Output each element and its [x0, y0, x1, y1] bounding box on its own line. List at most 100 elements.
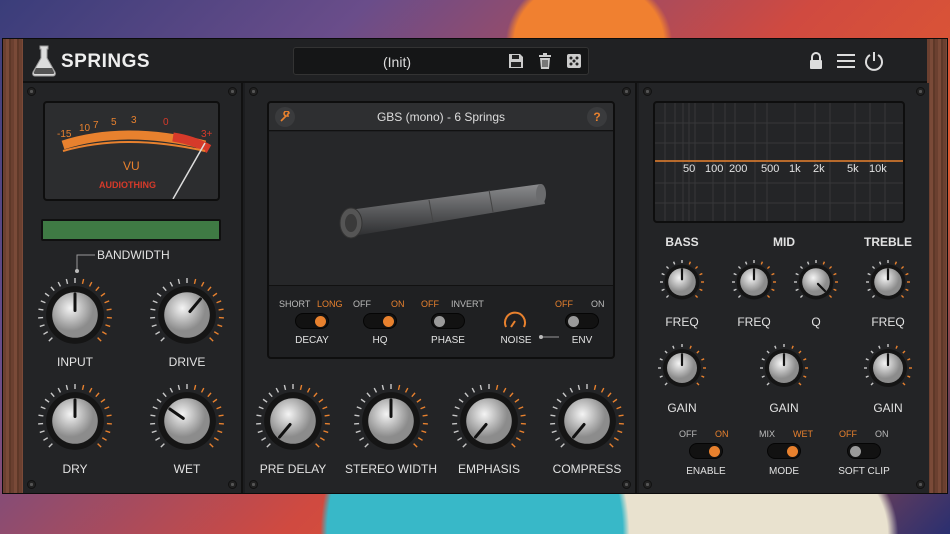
- hq-off-label: OFF: [353, 299, 371, 309]
- eq-freq-label: 50: [683, 163, 696, 175]
- eq-freq-label: 100: [705, 163, 724, 175]
- preset-name[interactable]: (Init): [294, 54, 500, 70]
- softclip-label: SOFT CLIP: [838, 466, 890, 477]
- treble-freq-label: FREQ: [871, 315, 905, 329]
- top-bar: SPRINGS (Init): [23, 39, 927, 83]
- screw: [916, 480, 925, 489]
- eq-freq-label: 2k: [813, 163, 825, 175]
- mode-on-label: WET: [793, 429, 813, 439]
- screw: [249, 480, 258, 489]
- treble-gain-knob[interactable]: [863, 343, 913, 393]
- enable-toggle[interactable]: [689, 443, 723, 459]
- dry-knob[interactable]: [37, 383, 113, 459]
- dry-label: DRY: [62, 462, 88, 476]
- mid-header: MID: [773, 235, 795, 249]
- save-icon[interactable]: [505, 50, 527, 72]
- top-right-controls: [805, 45, 915, 77]
- mid-q-knob[interactable]: [793, 259, 839, 305]
- env-off-label: OFF: [555, 299, 573, 309]
- lock-icon[interactable]: [805, 50, 827, 72]
- bass-gain-knob[interactable]: [657, 343, 707, 393]
- treble-freq-knob[interactable]: [865, 259, 911, 305]
- mid-q-label: Q: [811, 315, 821, 329]
- eq-grid: [655, 103, 903, 221]
- left-wood-panel: [3, 39, 23, 493]
- input-knob[interactable]: [37, 277, 113, 353]
- vu-meter: -15 10 7 5 3 0 3+ VU AUDIOTHING: [43, 101, 220, 201]
- noise-knob[interactable]: [501, 307, 529, 331]
- plugin-window: SPRINGS (Init) -15 10 7 5 3 0 3+ VU AUDI…: [2, 38, 948, 494]
- phase-on-label: INVERT: [451, 299, 484, 309]
- input-label: INPUT: [57, 355, 93, 369]
- pre-delay-knob[interactable]: [255, 383, 331, 459]
- left-panel: -15 10 7 5 3 0 3+ VU AUDIOTHING BANDWIDT…: [23, 83, 243, 493]
- compress-knob[interactable]: [549, 383, 625, 459]
- drive-knob[interactable]: [149, 277, 225, 353]
- drive-label: DRIVE: [168, 355, 206, 369]
- center-panel: GBS (mono) - 6 Springs ? SHORT LONG DECA…: [245, 83, 637, 493]
- screw: [228, 480, 237, 489]
- hq-label: HQ: [372, 335, 388, 346]
- treble-gain-label: GAIN: [873, 401, 903, 415]
- screw: [643, 480, 652, 489]
- screw: [916, 87, 925, 96]
- wet-knob[interactable]: [149, 383, 225, 459]
- mode-toggle[interactable]: [767, 443, 801, 459]
- decay-off-label: SHORT: [279, 299, 311, 309]
- eq-display[interactable]: 50 100 200 500 1k 2k 5k 10k: [653, 101, 905, 223]
- phase-label: PHASE: [431, 335, 465, 346]
- eq-freq-label: 500: [761, 163, 780, 175]
- enable-label: ENABLE: [686, 466, 726, 477]
- right-wood-panel: [927, 39, 947, 493]
- treble-header: TREBLE: [864, 235, 912, 249]
- emphasis-knob[interactable]: [451, 383, 527, 459]
- decay-label: DECAY: [295, 335, 329, 346]
- hq-on-label: ON: [391, 299, 405, 309]
- hq-toggle[interactable]: [363, 313, 397, 329]
- vu-scale-label: 10: [79, 123, 91, 134]
- enable-on-label: ON: [715, 429, 729, 439]
- spring-tank-image: [339, 184, 546, 239]
- env-toggle[interactable]: [565, 313, 599, 329]
- decay-toggle[interactable]: [295, 313, 329, 329]
- softclip-off-label: OFF: [839, 429, 857, 439]
- phase-toggle[interactable]: [431, 313, 465, 329]
- vu-scale-label: 0: [163, 117, 169, 128]
- compress-label: COMPRESS: [552, 462, 622, 476]
- decay-on-label: LONG: [317, 299, 343, 309]
- bass-gain-label: GAIN: [667, 401, 697, 415]
- vu-scale-label: 3+: [201, 129, 213, 140]
- pre-delay-label: PRE DELAY: [259, 462, 327, 476]
- flask-icon: [32, 45, 56, 77]
- env-on-label: ON: [591, 299, 605, 309]
- tank-title[interactable]: GBS (mono) - 6 Springs: [269, 110, 613, 124]
- mode-off-label: MIX: [759, 429, 776, 439]
- env-label: ENV: [571, 335, 593, 346]
- emphasis-label: EMPHASIS: [457, 462, 520, 476]
- softclip-toggle[interactable]: [847, 443, 881, 459]
- phase-off-label: OFF: [421, 299, 439, 309]
- vu-scale-label: 5: [111, 117, 117, 128]
- vu-maker: AUDIOTHING: [99, 180, 156, 190]
- mid-gain-label: GAIN: [769, 401, 799, 415]
- stereo-width-knob[interactable]: [353, 383, 429, 459]
- eq-freq-label: 200: [729, 163, 748, 175]
- help-icon[interactable]: ?: [587, 107, 607, 127]
- screw: [27, 87, 36, 96]
- eq-freq-label: 10k: [869, 163, 887, 175]
- softclip-on-label: ON: [875, 429, 889, 439]
- mid-gain-knob[interactable]: [759, 343, 809, 393]
- power-icon[interactable]: [863, 50, 885, 72]
- trash-icon[interactable]: [534, 50, 556, 72]
- bass-freq-knob[interactable]: [659, 259, 705, 305]
- dice-icon[interactable]: [563, 50, 585, 72]
- screw: [228, 87, 237, 96]
- mid-freq-knob[interactable]: [731, 259, 777, 305]
- bass-freq-label: FREQ: [665, 315, 699, 329]
- screw: [622, 480, 631, 489]
- menu-icon[interactable]: [835, 50, 857, 72]
- preset-selector[interactable]: (Init): [293, 47, 589, 75]
- spring-tank-view: [269, 132, 613, 286]
- stereo-width-label: STEREO WIDTH: [345, 462, 437, 476]
- vu-scale-label: -15: [57, 129, 72, 140]
